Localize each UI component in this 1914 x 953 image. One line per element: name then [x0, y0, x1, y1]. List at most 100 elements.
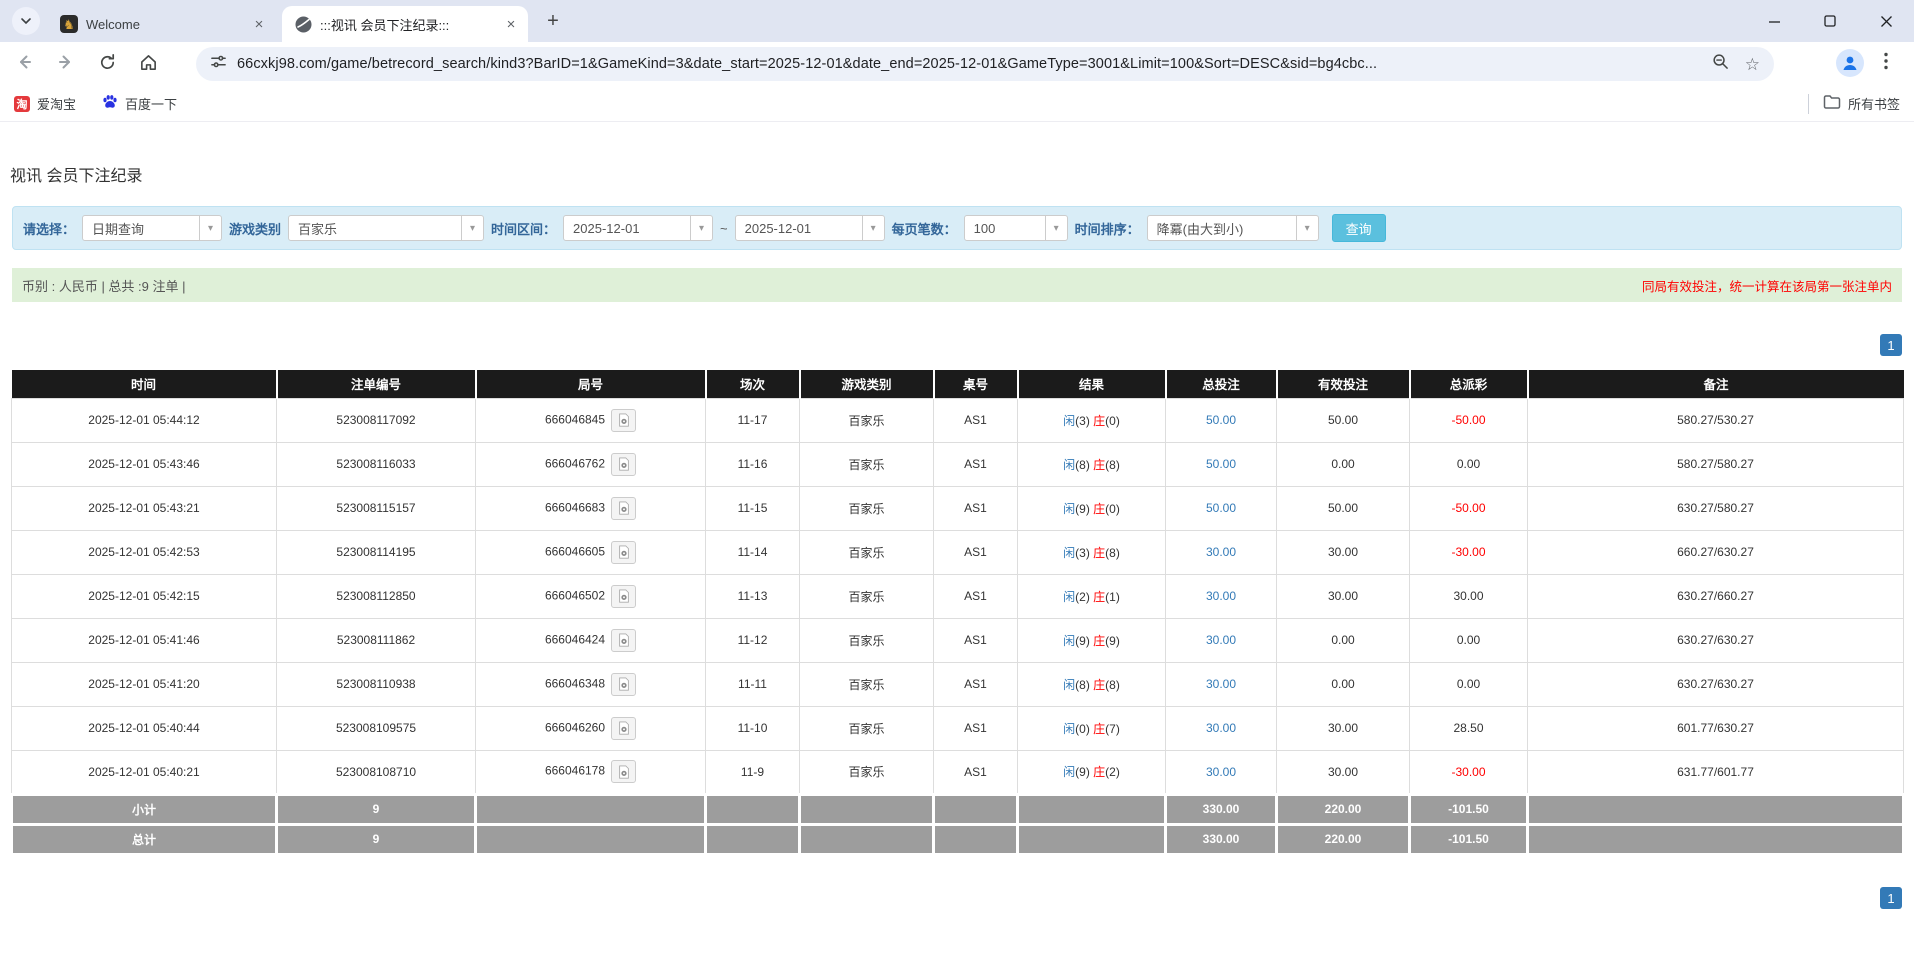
col-round-no: 局号 [475, 370, 707, 398]
total-bet-cell: 30.00 [1165, 749, 1277, 795]
reload-button[interactable] [98, 53, 117, 72]
table-no-cell: AS1 [933, 529, 1018, 575]
video-record-button[interactable] [611, 716, 637, 740]
window-maximize-button[interactable] [1802, 0, 1858, 42]
total-bet-link[interactable]: 30.00 [1206, 633, 1236, 647]
zoom-icon[interactable] [1712, 53, 1729, 75]
game-cell: 百家乐 [799, 573, 934, 619]
forward-button[interactable] [56, 52, 76, 72]
browser-menu-button[interactable] [1884, 52, 1888, 75]
bet-no-cell: 523008110938 [276, 661, 476, 707]
table-row: 2025-12-01 05:42:53 523008114195 6660466… [11, 529, 1904, 575]
remark-cell: 580.27/530.27 [1527, 397, 1904, 443]
tab-betrecord[interactable]: :::视讯 会员下注纪录::: × [282, 6, 528, 42]
dropdown-arrow-icon[interactable]: ▾ [199, 216, 221, 240]
window-close-button[interactable] [1858, 0, 1914, 42]
dropdown-arrow-icon[interactable]: ▾ [1044, 216, 1067, 240]
dropdown-arrow-icon[interactable]: ▾ [1295, 216, 1318, 240]
total-bet-link[interactable]: 30.00 [1206, 545, 1236, 559]
video-record-button[interactable] [611, 584, 637, 608]
col-time: 时间 [11, 370, 278, 398]
url-text[interactable]: 66cxkj98.com/game/betrecord_search/kind3… [237, 56, 1702, 72]
query-type-select[interactable]: 日期查询 ▾ [82, 215, 223, 241]
time-cell: 2025-12-01 05:41:20 [11, 661, 277, 707]
total-bet-link[interactable]: 50.00 [1206, 501, 1236, 515]
table-no-cell: AS1 [933, 661, 1018, 707]
valid-bet-cell: 30.00 [1276, 749, 1410, 795]
game-cell: 百家乐 [799, 661, 934, 707]
date-start-select[interactable]: 2025-12-01 ▾ [563, 215, 714, 241]
pagination-page-1[interactable]: 1 [1880, 334, 1902, 356]
total-bet-link[interactable]: 30.00 [1206, 589, 1236, 603]
sort-select[interactable]: 降冪(由大到小) ▾ [1146, 215, 1319, 241]
back-button[interactable] [14, 52, 34, 72]
home-button[interactable] [139, 53, 158, 72]
total-bet-link[interactable]: 30.00 [1206, 677, 1236, 691]
round-no-cell: 666046424 [475, 617, 706, 663]
address-bar[interactable]: 66cxkj98.com/game/betrecord_search/kind3… [196, 47, 1774, 81]
page-title: 视讯 会员下注纪录 [10, 168, 143, 185]
dropdown-arrow-icon[interactable]: ▾ [461, 216, 483, 240]
total-bet-link[interactable]: 30.00 [1206, 721, 1236, 735]
page-size-select[interactable]: 100 ▾ [963, 215, 1068, 241]
summary-right-notice: 同局有效投注，统一计算在该局第一张注单内 [1641, 279, 1892, 294]
video-record-icon [618, 545, 629, 559]
result-cell: 闲(3) 庄(8) [1017, 529, 1166, 575]
banker-result: 庄 [1093, 457, 1106, 472]
total-bet-link[interactable]: 50.00 [1206, 457, 1236, 471]
all-bookmarks-label: 所有书签 [1847, 97, 1900, 112]
search-button[interactable]: 查询 [1331, 214, 1386, 242]
video-record-button[interactable] [611, 672, 637, 696]
tab-close-icon[interactable]: × [250, 15, 268, 33]
close-icon [1880, 15, 1892, 27]
valid-bet-cell: 50.00 [1276, 397, 1410, 443]
bookmark-taobao[interactable]: 淘 爱淘宝 [14, 94, 76, 113]
bookmark-star-icon[interactable]: ☆ [1745, 56, 1760, 73]
tab-title: Welcome [86, 16, 140, 32]
profile-avatar[interactable] [1836, 49, 1864, 77]
tab-search-button[interactable] [12, 7, 40, 35]
bookmark-baidu[interactable]: 百度一下 [102, 94, 177, 113]
dropdown-arrow-icon[interactable]: ▾ [861, 216, 884, 240]
table-no-cell: AS1 [933, 617, 1018, 663]
bet-no-cell: 523008112850 [276, 573, 476, 619]
valid-bet-cell: 0.00 [1276, 441, 1410, 487]
payout-cell: -50.00 [1409, 397, 1528, 443]
tab-close-icon[interactable]: × [502, 15, 520, 33]
sort-label: 时间排序： [1074, 221, 1140, 237]
remark-cell: 630.27/580.27 [1527, 485, 1904, 531]
all-bookmarks-button[interactable]: 所有书签 [1823, 94, 1900, 113]
summary-left-text: 币别 : 人民币 | 总共 :9 注单 | [22, 278, 186, 294]
window-minimize-button[interactable] [1746, 0, 1802, 42]
table-row: 2025-12-01 05:41:46 523008111862 6660464… [11, 617, 1904, 663]
video-record-icon [618, 721, 629, 735]
site-info-icon[interactable] [210, 53, 227, 75]
video-record-button[interactable] [611, 628, 637, 652]
banker-result: 庄 [1093, 413, 1106, 428]
tab-welcome[interactable]: ♞ Welcome × [48, 6, 276, 42]
bet-no-cell: 523008115157 [276, 485, 476, 531]
game-cell: 百家乐 [799, 617, 934, 663]
payout-cell: 0.00 [1409, 617, 1528, 663]
dropdown-arrow-icon[interactable]: ▾ [690, 216, 712, 240]
video-record-button[interactable] [611, 452, 637, 476]
video-record-button[interactable] [611, 540, 637, 564]
person-icon [1843, 56, 1857, 70]
new-tab-button[interactable]: + [540, 8, 566, 34]
time-cell: 2025-12-01 05:40:44 [11, 705, 277, 751]
bet-no-cell: 523008109575 [276, 705, 476, 751]
total-bet-link[interactable]: 30.00 [1206, 765, 1236, 779]
game-type-select[interactable]: 百家乐 ▾ [288, 215, 485, 241]
video-record-button[interactable] [611, 760, 637, 783]
result-cell: 闲(8) 庄(8) [1017, 661, 1166, 707]
date-end-select[interactable]: 2025-12-01 ▾ [734, 215, 885, 241]
table-row: 2025-12-01 05:43:21 523008115157 6660466… [11, 485, 1904, 531]
round-no-cell: 666046845 [475, 397, 706, 443]
pagination-page-1[interactable]: 1 [1880, 887, 1902, 909]
total-bet-link[interactable]: 50.00 [1206, 413, 1236, 427]
session-cell: 11-13 [705, 573, 800, 619]
col-game-type: 游戏类别 [799, 370, 935, 398]
video-record-button[interactable] [611, 496, 637, 520]
valid-bet-cell: 0.00 [1276, 617, 1410, 663]
video-record-button[interactable] [611, 408, 637, 432]
